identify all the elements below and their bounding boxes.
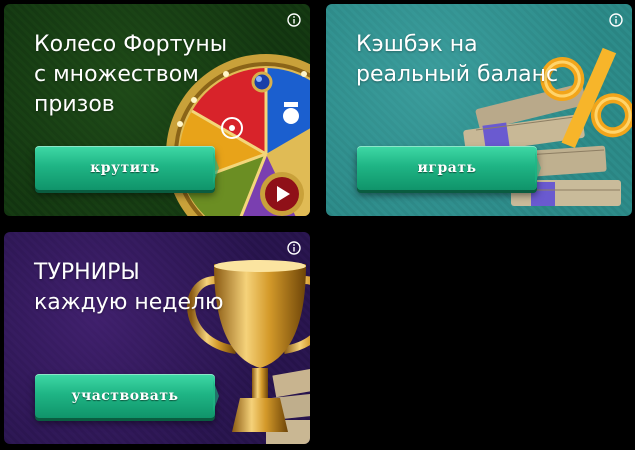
- spin-button[interactable]: крутить: [35, 146, 219, 190]
- play-button[interactable]: играть: [357, 146, 541, 190]
- info-icon[interactable]: [287, 13, 301, 27]
- promo-title: Кэшбэк на реальный баланс: [356, 32, 559, 87]
- promo-card-wheel-of-fortune[interactable]: Колесо Фортуны с множеством призов крути…: [4, 4, 310, 216]
- promo-card-tournaments[interactable]: ТУРНИРЫ каждую неделю участвовать: [4, 232, 310, 444]
- promo-card-cashback[interactable]: Кэшбэк на реальный баланс играть: [326, 4, 632, 216]
- info-icon[interactable]: [287, 241, 301, 255]
- promo-title: Колесо Фортуны с множеством призов: [34, 32, 228, 117]
- promo-title: ТУРНИРЫ каждую неделю: [34, 260, 224, 315]
- info-icon[interactable]: [609, 13, 623, 27]
- participate-button[interactable]: участвовать: [35, 374, 219, 418]
